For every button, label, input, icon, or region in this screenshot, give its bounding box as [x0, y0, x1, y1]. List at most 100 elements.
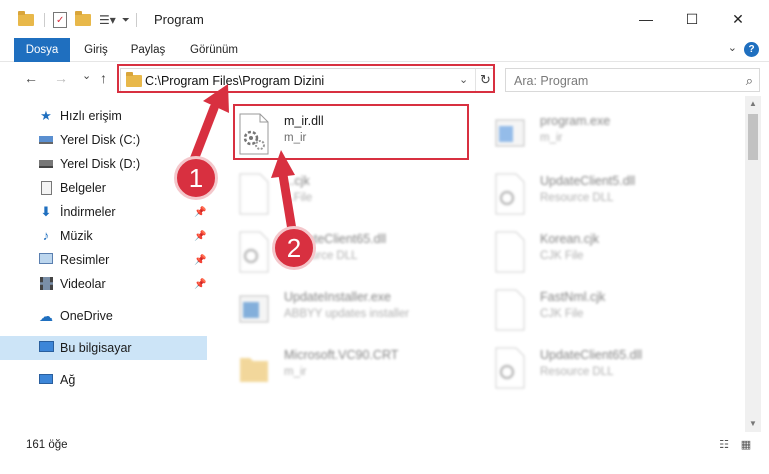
scroll-down-icon[interactable]: ▼: [745, 416, 761, 432]
network-icon: [38, 373, 54, 387]
tab-dosya[interactable]: Dosya: [14, 38, 70, 62]
file-type: m_ir: [540, 132, 563, 144]
file-type: CJK File: [540, 308, 584, 320]
sidebar-item-label: İndirmeler: [60, 205, 116, 219]
file-type: Resource DLL: [540, 366, 614, 378]
back-button[interactable]: ←: [24, 70, 38, 86]
item-count: 161 öğe: [26, 439, 68, 451]
document-icon: [38, 181, 54, 195]
download-icon: ⬇: [40, 204, 52, 219]
customize-toolbar-icon[interactable]: ☰▾: [99, 13, 116, 27]
list-item[interactable]: UpdateClient65.dll Resource DLL: [234, 224, 474, 284]
sidebar-item-videos[interactable]: Videolar 📌: [0, 272, 207, 296]
sidebar-item-label: Hızlı erişim: [60, 109, 122, 123]
search-input[interactable]: Ara: Program: [514, 74, 588, 88]
drive-icon: [38, 157, 54, 171]
list-item[interactable]: UpdateInstaller.exe ABBYY updates instal…: [234, 282, 474, 342]
sidebar-item-label: Bu bilgisayar: [60, 341, 132, 355]
tab-giris[interactable]: Giriş: [76, 38, 116, 62]
sidebar-item-this-pc[interactable]: Bu bilgisayar: [0, 336, 207, 360]
chevron-down-icon[interactable]: ⏷: [122, 15, 130, 26]
sidebar-item-label: OneDrive: [60, 309, 113, 323]
pictures-icon: [38, 253, 54, 267]
sidebar-item-label: Yerel Disk (C:): [60, 133, 141, 147]
recent-locations-button[interactable]: ⌄: [82, 69, 91, 82]
list-item[interactable]: UpdateClient65.dll Resource DLL: [490, 340, 730, 400]
folder-icon: [18, 11, 34, 26]
new-folder-icon[interactable]: [75, 11, 91, 26]
list-item[interactable]: Microsoft.VC90.CRT m_ir: [234, 340, 474, 400]
list-item[interactable]: program.exe m_ir: [490, 106, 730, 166]
sidebar-item-onedrive[interactable]: ☁ OneDrive: [0, 304, 207, 328]
list-item[interactable]: ...cjk ...File: [234, 166, 474, 226]
sidebar-item-label: Videolar: [60, 277, 106, 291]
ribbon: Dosya Giriş Paylaş Görünüm ⌄ ?: [0, 38, 769, 62]
pin-icon[interactable]: 📌: [194, 231, 206, 242]
close-button[interactable]: ✕: [715, 0, 761, 38]
search-icon: ⌕: [745, 73, 753, 88]
file-highlight-box: [233, 104, 469, 160]
file-type: Resource DLL: [540, 192, 614, 204]
scroll-up-icon[interactable]: ▲: [745, 96, 761, 112]
exe-file-icon: [234, 288, 274, 332]
title-bar: ✓ ☰▾ ⏷ Program — ☐ ✕: [0, 0, 769, 38]
list-item[interactable]: Korean.cjk CJK File: [490, 224, 730, 284]
file-name: Microsoft.VC90.CRT: [284, 348, 399, 362]
help-icon[interactable]: ?: [744, 42, 759, 57]
search-box[interactable]: Ara: Program ⌕: [505, 68, 760, 92]
vertical-scrollbar[interactable]: ▲ ▼: [745, 96, 761, 432]
quick-access-toolbar: ✓ ☰▾ ⏷: [18, 10, 137, 30]
sidebar-item-downloads[interactable]: ⬇ İndirmeler 📌: [0, 200, 207, 224]
navigation-pane: ★ Hızlı erişim Yerel Disk (C:) Yerel Dis…: [0, 96, 208, 432]
minimize-button[interactable]: —: [623, 0, 669, 38]
ribbon-expand-icon[interactable]: ⌄: [728, 41, 737, 54]
divider: [44, 13, 45, 27]
sidebar-item-network[interactable]: Ağ: [0, 368, 207, 392]
file-name: program.exe: [540, 114, 611, 128]
sidebar-item-label: Belgeler: [60, 181, 106, 195]
forward-button[interactable]: →: [54, 70, 68, 86]
file-icon: [490, 230, 530, 274]
step-badge-2: 2: [272, 226, 316, 270]
file-type: m_ir: [284, 366, 307, 378]
window-title: Program: [154, 12, 204, 27]
status-bar: 161 öğe ☷ ▦: [0, 432, 769, 474]
sidebar-item-quick-access[interactable]: ★ Hızlı erişim: [0, 104, 207, 128]
list-item[interactable]: UpdateClient5.dll Resource DLL: [490, 166, 730, 226]
file-name: ...cjk: [284, 174, 310, 188]
maximize-button[interactable]: ☐: [669, 0, 715, 38]
address-highlight-box: [117, 64, 495, 93]
divider: [135, 13, 137, 27]
sidebar-item-pictures[interactable]: Resimler 📌: [0, 248, 207, 272]
pin-icon[interactable]: 📌: [194, 207, 206, 218]
large-icons-view-icon[interactable]: ▦: [738, 438, 754, 452]
file-icon: [234, 172, 274, 216]
list-item[interactable]: FastNml.cjk CJK File: [490, 282, 730, 342]
details-view-icon[interactable]: ☷: [716, 438, 732, 452]
sidebar-item-label: Resimler: [60, 253, 110, 267]
step-badge-1: 1: [174, 156, 218, 200]
star-icon: ★: [40, 108, 52, 123]
dll-file-icon: [490, 172, 530, 216]
up-button[interactable]: ↑: [100, 70, 107, 86]
tab-gorunum[interactable]: Görünüm: [184, 38, 244, 62]
computer-icon: [38, 341, 54, 355]
sidebar-item-label: Müzik: [60, 229, 93, 243]
sidebar-item-music[interactable]: ♪ Müzik 📌: [0, 224, 207, 248]
file-name: FastNml.cjk: [540, 290, 606, 304]
sidebar-item-drive-c[interactable]: Yerel Disk (C:): [0, 128, 207, 152]
file-type: ABBYY updates installer: [284, 308, 410, 320]
tab-paylas[interactable]: Paylaş: [124, 38, 172, 62]
pin-icon[interactable]: 📌: [194, 255, 206, 266]
scroll-thumb[interactable]: [748, 114, 758, 160]
video-icon: [38, 277, 54, 291]
pin-icon[interactable]: 📌: [194, 279, 206, 290]
dll-file-icon: [234, 230, 274, 274]
file-type: CJK File: [540, 250, 584, 262]
sidebar-item-label: Yerel Disk (D:): [60, 157, 141, 171]
properties-icon[interactable]: ✓: [53, 12, 67, 28]
file-name: UpdateInstaller.exe: [284, 290, 392, 304]
file-type: ...File: [284, 192, 313, 204]
file-name: Korean.cjk: [540, 232, 600, 246]
dll-file-icon: [490, 346, 530, 390]
